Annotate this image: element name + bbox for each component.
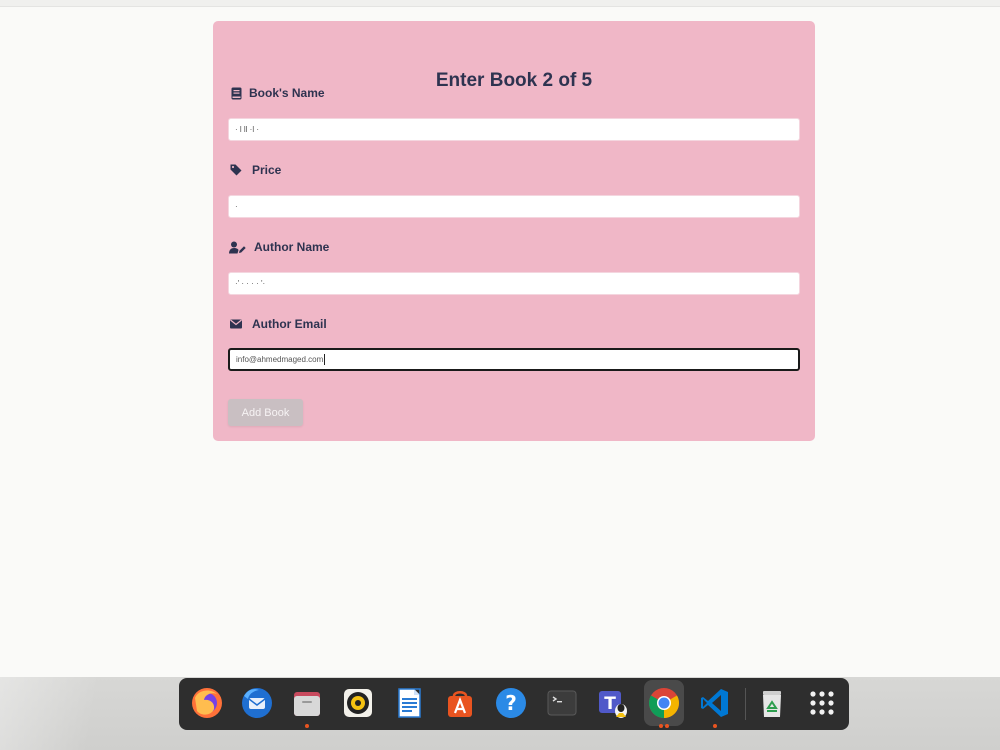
dock: ? T xyxy=(179,678,849,730)
user-edit-icon xyxy=(228,240,246,254)
author-email-label-text: Author Email xyxy=(252,317,327,331)
book-name-label: Book's Name xyxy=(228,85,325,101)
book-name-label-text: Book's Name xyxy=(249,86,325,100)
tag-icon xyxy=(228,163,244,177)
firefox-icon[interactable] xyxy=(187,683,227,723)
rhythmbox-icon[interactable] xyxy=(338,683,378,723)
thunderbird-icon[interactable] xyxy=(237,683,277,723)
vscode-icon[interactable] xyxy=(695,683,735,728)
add-book-form: Enter Book 2 of 5 Book's Name · l ll ·l … xyxy=(213,21,815,441)
chrome-icon[interactable] xyxy=(644,680,684,728)
author-name-input[interactable]: ·' · · · · '· xyxy=(228,272,800,295)
running-indicator xyxy=(713,724,717,728)
teams-icon[interactable]: T xyxy=(593,683,633,723)
price-label: Price xyxy=(228,162,281,178)
help-icon[interactable]: ? xyxy=(491,683,531,723)
files-icon[interactable] xyxy=(287,683,327,728)
trash-icon[interactable] xyxy=(752,683,792,723)
add-book-button[interactable]: Add Book xyxy=(228,399,303,426)
running-indicator xyxy=(659,724,663,728)
browser-top-strip xyxy=(0,0,1000,7)
author-name-label-text: Author Name xyxy=(254,240,330,254)
app-center-icon[interactable] xyxy=(440,683,480,723)
author-name-label: Author Name xyxy=(228,239,329,255)
author-email-input[interactable]: info@ahmedmaged.com xyxy=(228,348,800,371)
terminal-icon[interactable] xyxy=(542,683,582,723)
running-indicator xyxy=(665,724,669,728)
book-name-input[interactable]: · l ll ·l · xyxy=(228,118,800,141)
price-input[interactable]: · xyxy=(228,195,800,218)
text-caret xyxy=(324,354,326,366)
writer-icon[interactable] xyxy=(389,683,429,723)
price-label-text: Price xyxy=(252,163,282,177)
running-indicator xyxy=(305,724,309,728)
author-email-label: Author Email xyxy=(228,316,327,332)
app-grid-icon[interactable] xyxy=(802,683,842,723)
author-email-value: info@ahmedmaged.com xyxy=(236,355,324,364)
book-icon xyxy=(228,86,244,100)
envelope-icon xyxy=(228,317,244,331)
svg-text:T: T xyxy=(604,694,616,714)
dock-separator xyxy=(745,688,746,720)
svg-text:?: ? xyxy=(505,691,517,715)
